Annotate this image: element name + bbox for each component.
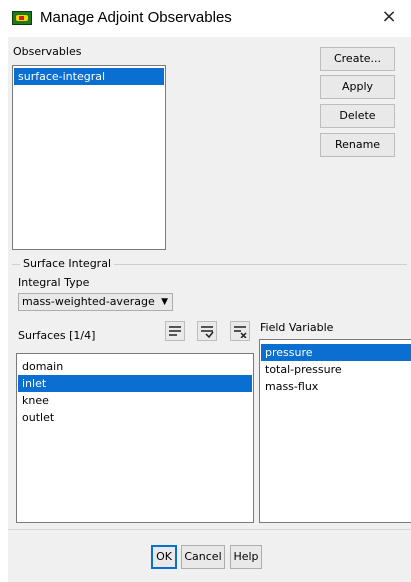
surface-item-outlet[interactable]: outlet: [18, 409, 252, 426]
fluent-app-icon: [12, 11, 32, 25]
apply-button[interactable]: Apply: [320, 75, 395, 99]
close-icon[interactable]: ×: [379, 6, 399, 28]
surface-item-knee[interactable]: knee: [18, 392, 252, 409]
dialog-body: Observables surface-integral Create... A…: [8, 37, 411, 582]
deselect-all-icon[interactable]: [197, 321, 217, 341]
window-title: Manage Adjoint Observables: [40, 9, 232, 26]
integral-type-value: mass-weighted-average: [22, 295, 155, 308]
footer-separator: [8, 529, 411, 530]
field-variable-item-mass-flux[interactable]: mass-flux: [261, 378, 411, 395]
surface-item-domain[interactable]: domain: [18, 358, 252, 375]
create-button[interactable]: Create...: [320, 47, 395, 71]
observable-item-surface-integral[interactable]: surface-integral: [14, 68, 164, 85]
chevron-down-icon: ▼: [161, 297, 168, 307]
surface-integral-group-label: Surface Integral: [20, 257, 114, 270]
ok-button[interactable]: OK: [151, 545, 177, 569]
surface-item-inlet[interactable]: inlet: [18, 375, 252, 392]
surfaces-label: Surfaces [1/4]: [18, 329, 96, 342]
field-variable-list[interactable]: pressure total-pressure mass-flux: [259, 339, 411, 523]
integral-type-dropdown[interactable]: mass-weighted-average ▼: [18, 293, 173, 311]
field-variable-item-total-pressure[interactable]: total-pressure: [261, 361, 411, 378]
field-variable-item-pressure[interactable]: pressure: [261, 344, 411, 361]
surfaces-list[interactable]: domain inlet knee outlet: [16, 353, 254, 523]
title-bar: Manage Adjoint Observables ×: [0, 0, 411, 36]
help-button[interactable]: Help: [230, 545, 262, 569]
select-all-icon[interactable]: [165, 321, 185, 341]
observables-list[interactable]: surface-integral: [12, 65, 166, 250]
clear-selection-icon[interactable]: [230, 321, 250, 341]
field-variable-label: Field Variable: [260, 321, 334, 334]
cancel-button[interactable]: Cancel: [181, 545, 225, 569]
integral-type-label: Integral Type: [18, 276, 90, 289]
observables-label: Observables: [13, 45, 82, 58]
rename-button[interactable]: Rename: [320, 133, 395, 157]
delete-button[interactable]: Delete: [320, 104, 395, 128]
